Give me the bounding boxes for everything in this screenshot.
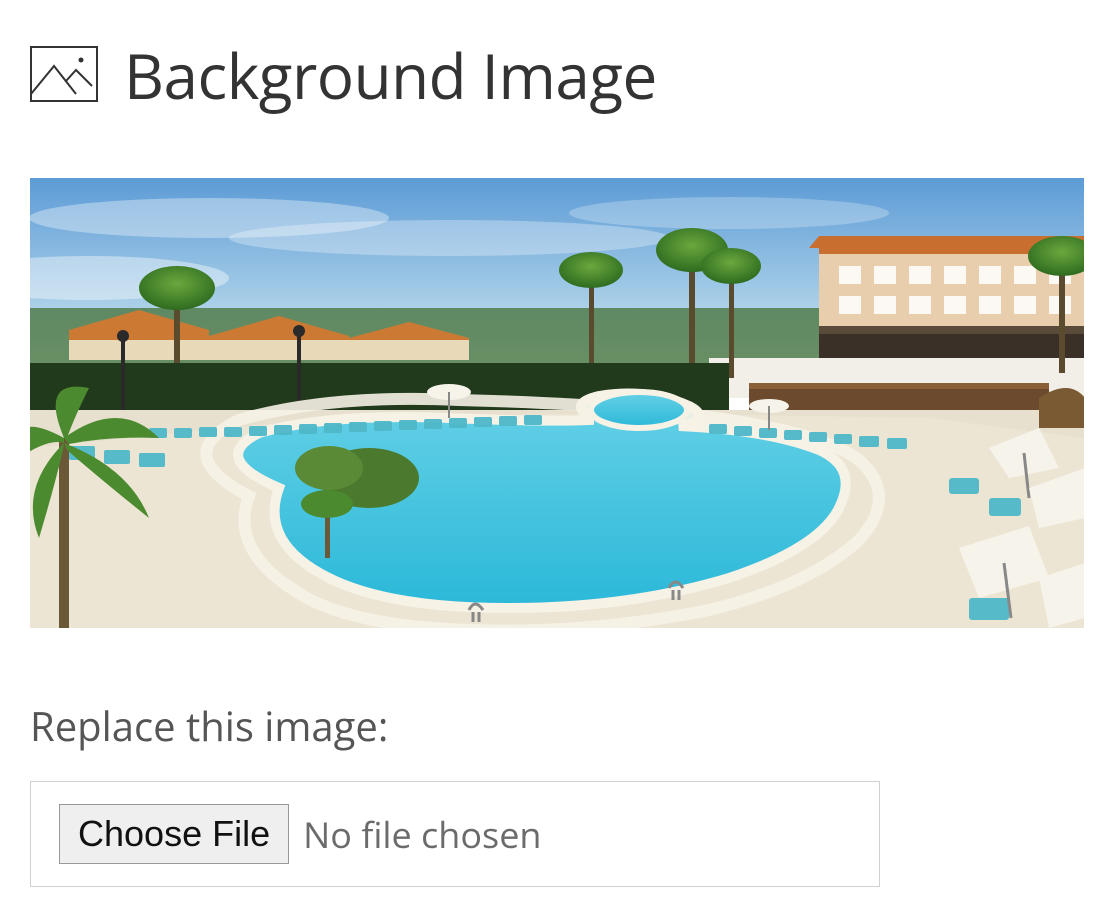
section-header: Background Image [30, 34, 1084, 118]
section-title: Background Image [124, 34, 657, 118]
replace-image-label: Replace this image: [30, 698, 1084, 753]
choose-file-button[interactable]: Choose File [59, 804, 289, 864]
background-image-preview [30, 178, 1084, 628]
image-icon [30, 46, 98, 107]
file-input[interactable]: Choose File No file chosen [30, 781, 880, 887]
file-status-text: No file chosen [303, 810, 541, 859]
